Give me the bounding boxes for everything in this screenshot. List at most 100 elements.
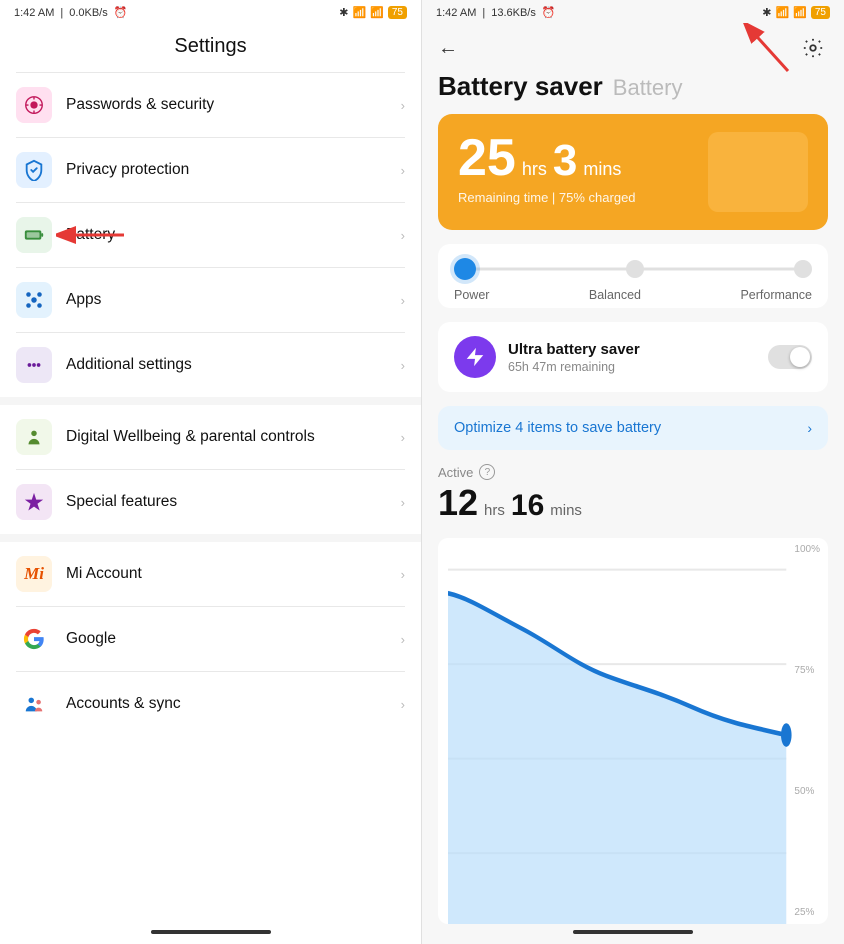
menu-group-2: Digital Wellbeing & parental controls › … — [0, 405, 421, 534]
ultra-text: Ultra battery saver 65h 47m remaining — [508, 341, 756, 374]
battery-hrs-label: hrs — [522, 159, 547, 180]
active-label: Active — [438, 465, 473, 480]
accounts-icon — [16, 686, 52, 722]
right-status-right: ✱ 📶 📶 75 — [762, 6, 830, 19]
mi-label: Mi Account — [66, 565, 401, 583]
privacy-icon — [16, 152, 52, 188]
optimize-text: Optimize 4 items to save battery — [454, 420, 661, 436]
wifi-icon: 📶 — [370, 6, 384, 19]
alarm-icon: ⏰ — [114, 6, 128, 19]
active-time-row: 12 hrs 16 mins — [438, 482, 828, 524]
menu-item-wellbeing[interactable]: Digital Wellbeing & parental controls › — [0, 405, 421, 469]
ultra-subtitle: 65h 47m remaining — [508, 360, 756, 374]
mode-power-dot[interactable] — [454, 258, 476, 280]
mode-performance-label: Performance — [740, 288, 812, 302]
menu-item-passwords[interactable]: Passwords & security › — [0, 73, 421, 137]
passwords-label: Passwords & security — [66, 96, 401, 114]
mode-balanced-label: Balanced — [589, 288, 641, 302]
passwords-chevron: › — [401, 98, 405, 113]
chart-label-50: 50% — [794, 786, 820, 797]
page-title: Settings — [0, 25, 421, 72]
mode-labels: Power Balanced Performance — [454, 288, 812, 302]
privacy-label: Privacy protection — [66, 161, 401, 179]
right-nav-bar — [422, 924, 844, 944]
mode-performance-dot[interactable] — [794, 260, 812, 278]
chart-labels: 100% 75% 50% 25% — [794, 538, 820, 924]
right-header: ← — [422, 25, 844, 67]
right-data: 13.6KB/s — [491, 7, 536, 19]
special-icon — [16, 484, 52, 520]
right-wifi-icon: 📶 — [793, 6, 807, 19]
battery-menu-icon — [16, 217, 52, 253]
chart-label-25: 25% — [794, 907, 820, 918]
battery-label: Battery — [66, 226, 401, 244]
optimize-banner[interactable]: Optimize 4 items to save battery › — [438, 406, 828, 450]
right-alarm-icon: ⏰ — [542, 6, 556, 19]
back-button[interactable]: ← — [438, 37, 458, 60]
optimize-chevron: › — [807, 420, 812, 436]
wellbeing-icon — [16, 419, 52, 455]
menu-item-special[interactable]: Special features › — [0, 470, 421, 534]
additional-label: Additional settings — [66, 356, 401, 374]
right-battery-badge: 75 — [811, 6, 830, 19]
ultra-battery-saver: Ultra battery saver 65h 47m remaining — [438, 322, 828, 392]
apps-label: Apps — [66, 291, 401, 309]
toggle-thumb — [790, 347, 810, 367]
special-label: Special features — [66, 493, 401, 511]
menu-group-1: Passwords & security › Privacy protectio… — [0, 73, 421, 397]
mode-balanced-dot[interactable] — [626, 260, 644, 278]
accounts-label: Accounts & sync — [66, 695, 401, 713]
additional-chevron: › — [401, 358, 405, 373]
signal-icon: 📶 — [352, 6, 366, 19]
chart-label-100: 100% — [794, 544, 820, 555]
ultra-toggle[interactable] — [768, 345, 812, 369]
battery-icon: 75 — [388, 6, 407, 19]
left-nav-indicator — [151, 930, 271, 934]
status-right: ✱ 📶 📶 75 — [339, 6, 407, 19]
active-section: Active ? 12 hrs 16 mins — [438, 464, 828, 528]
menu-group-3: Mi Mi Account › Google › — [0, 542, 421, 736]
bluetooth-icon: ✱ — [339, 6, 348, 19]
menu-item-apps[interactable]: Apps › — [0, 268, 421, 332]
menu-item-accounts[interactable]: Accounts & sync › — [0, 672, 421, 736]
menu-item-privacy[interactable]: Privacy protection › — [0, 138, 421, 202]
google-icon — [16, 621, 52, 657]
right-status-bar: 1:42 AM | 13.6KB/s ⏰ ✱ 📶 📶 75 — [422, 0, 844, 25]
privacy-chevron: › — [401, 163, 405, 178]
right-signal-icon: 📶 — [775, 6, 789, 19]
additional-icon — [16, 347, 52, 383]
menu-item-google[interactable]: Google › — [0, 607, 421, 671]
accounts-chevron: › — [401, 697, 405, 712]
battery-time-row: 25 hrs 3 mins — [458, 132, 698, 184]
menu-item-additional[interactable]: Additional settings › — [0, 333, 421, 397]
right-nav-indicator — [573, 930, 693, 934]
right-status-left: 1:42 AM | 13.6KB/s ⏰ — [436, 6, 556, 19]
battery-mins-label: mins — [583, 159, 621, 180]
time-display: 1:42 AM — [14, 7, 54, 19]
ultra-title: Ultra battery saver — [508, 341, 756, 358]
battery-saver-panel: 1:42 AM | 13.6KB/s ⏰ ✱ 📶 📶 75 ← — [422, 0, 844, 944]
active-info-icon[interactable]: ? — [479, 464, 495, 480]
mode-track[interactable] — [454, 258, 812, 280]
right-page-title: Battery saver — [438, 71, 603, 102]
gear-red-arrow — [738, 23, 798, 73]
left-status-bar: 1:42 AM | 0.0KB/s ⏰ ✱ 📶 📶 75 — [0, 0, 421, 25]
battery-status-text: Remaining time | 75% charged — [458, 190, 698, 205]
ultra-icon — [454, 336, 496, 378]
google-chevron: › — [401, 632, 405, 647]
gear-button[interactable] — [798, 33, 828, 63]
mi-icon: Mi — [16, 556, 52, 592]
mi-chevron: › — [401, 567, 405, 582]
battery-info-left: 25 hrs 3 mins Remaining time | 75% charg… — [458, 132, 698, 205]
active-mins-label: mins — [550, 502, 582, 519]
wellbeing-label: Digital Wellbeing & parental controls — [66, 427, 401, 447]
mode-selector[interactable]: Power Balanced Performance — [438, 244, 828, 308]
right-bluetooth-icon: ✱ — [762, 6, 771, 19]
menu-item-battery[interactable]: Battery › — [0, 203, 421, 267]
chart-label-75: 75% — [794, 665, 820, 676]
menu-item-mi[interactable]: Mi Mi Account › — [0, 542, 421, 606]
battery-mins: 3 — [553, 139, 577, 183]
active-mins: 16 — [511, 489, 544, 523]
google-label: Google — [66, 630, 401, 648]
mode-power-label: Power — [454, 288, 489, 302]
